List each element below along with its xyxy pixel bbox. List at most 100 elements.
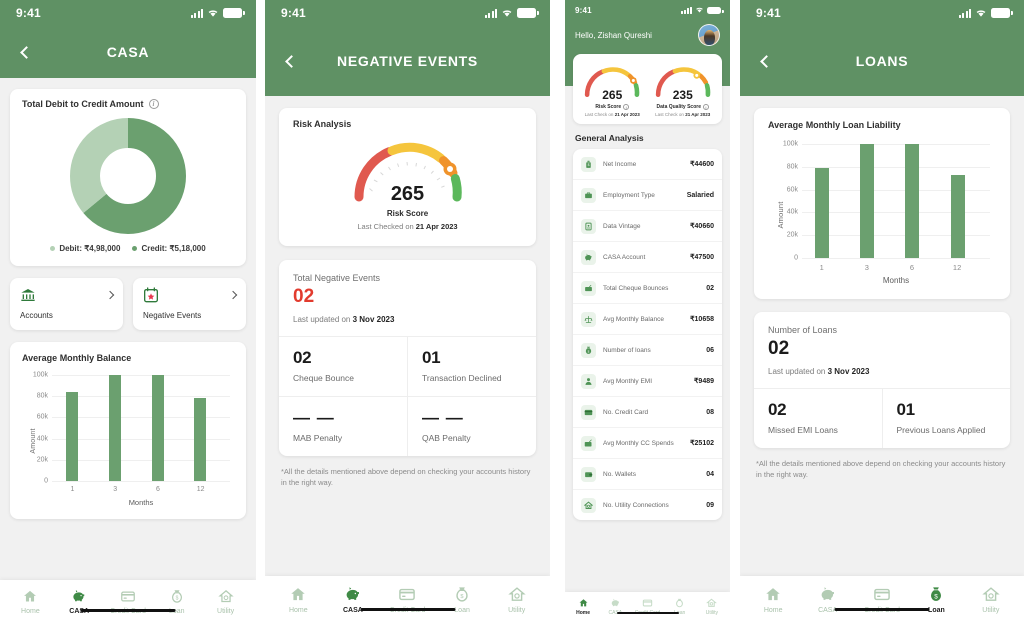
updated-prefix: Last updated on (293, 315, 353, 324)
debit-credit-title-row: Total Debit to Credit Amount i (22, 99, 234, 109)
tab-label: Utility (705, 610, 719, 616)
list-item[interactable]: $ Net Income ₹44600 (573, 149, 722, 180)
info-icon[interactable]: i (702, 104, 709, 110)
y-tick: 20k (786, 231, 798, 239)
tab-utility[interactable]: Utility (964, 586, 1018, 614)
list-item[interactable]: Avg Monthly EMI ₹9489 (573, 366, 722, 397)
tab-home[interactable]: Home (6, 589, 55, 615)
item-name: Number of loans (603, 346, 651, 354)
chevron-right-icon (228, 290, 238, 300)
x-tick: 3 (113, 486, 118, 493)
list-item[interactable]: CASA Account ₹47500 (573, 242, 722, 273)
list-item[interactable]: $ Number of loans 06 (573, 335, 722, 366)
item-value: ₹40660 (690, 223, 714, 230)
negative-header-area: 9:41 NEGATIVE EVENTS (265, 0, 550, 96)
signal-bars-icon (681, 6, 692, 14)
quick-link-accounts[interactable]: Accounts (10, 278, 123, 330)
cell-value: 02 (768, 400, 787, 419)
loan-liability-chart: Amount 100k 80k 60k 40k 20k 0 1 3 6 12 M… (768, 141, 996, 285)
back-button[interactable] (756, 51, 776, 71)
chevron-right-icon (105, 290, 115, 300)
item-value: ₹25102 (690, 440, 714, 447)
y-tick: 80k (36, 392, 48, 400)
emi-person-icon (581, 373, 596, 389)
tab-utility[interactable]: Utility (696, 598, 728, 616)
signal-bars-icon (958, 8, 971, 18)
gauge-label-row: Data Quality Score i (657, 104, 709, 110)
cell-value: — — (422, 408, 464, 427)
risk-score-value: 265 (390, 183, 425, 205)
battery-icon (707, 6, 724, 14)
negative-content: Risk Analysis 265 Risk Score Last Checke… (265, 96, 550, 489)
bar-1 (66, 392, 79, 481)
battery-icon (223, 8, 245, 18)
piggy-bank-icon (73, 590, 85, 602)
item-value: 08 (706, 408, 714, 416)
gauge-label: Risk Score (595, 104, 622, 110)
chevron-left-icon (759, 54, 773, 68)
item-name: Avg Monthly Balance (603, 315, 664, 323)
utility-house-icon (217, 590, 234, 603)
y-tick: 80k (786, 163, 798, 171)
list-item[interactable]: No. Utility Connections 09 (573, 490, 722, 520)
svg-text:$: $ (935, 593, 939, 600)
wifi-icon (696, 8, 703, 13)
tab-utility[interactable]: Utility (489, 586, 544, 614)
money-bag-icon: $ (581, 342, 596, 358)
list-item[interactable]: Employment Type Salaried (573, 180, 722, 211)
tab-home[interactable]: Home (271, 586, 326, 614)
cell-value: 02 (293, 348, 312, 367)
list-item[interactable]: No. Wallets 04 (573, 459, 722, 490)
back-button[interactable] (16, 42, 36, 62)
casa-header-area: 9:41 CASA (0, 0, 256, 78)
legend-dot-debit (50, 246, 56, 251)
list-item[interactable]: Avg Monthly Balance ₹10658 (573, 304, 722, 335)
list-item[interactable]: No. Credit Card 08 (573, 397, 722, 428)
item-name: Data Vintage (603, 222, 641, 230)
status-time: 9:41 (281, 6, 306, 20)
cheque-bounce-icon (581, 280, 596, 296)
home-indicator (360, 607, 455, 611)
cell-value: 01 (422, 348, 441, 367)
item-value: ₹44600 (690, 161, 714, 168)
info-icon[interactable]: i (623, 104, 630, 110)
loans-updated: Last updated on 3 Nov 2023 (768, 367, 996, 376)
list-item[interactable]: Data Vintage ₹40660 (573, 211, 722, 242)
tab-home[interactable]: Home (746, 586, 800, 614)
bottom-nav: Home CASA Credit Card Loan Utility (565, 592, 730, 619)
legend-item-credit: Credit: ₹5,18,000 (132, 244, 206, 253)
status-bar: 9:41 (565, 0, 730, 20)
gauge-sub: Last Check on 21 Apr 2023 (585, 112, 640, 117)
tab-label: Loan (454, 607, 470, 614)
back-button[interactable] (281, 51, 301, 71)
status-icons (681, 6, 724, 14)
credit-card-icon (121, 591, 135, 602)
cell-label: Previous Loans Applied (896, 425, 986, 435)
status-bar: 9:41 (265, 0, 550, 26)
home-indicator (80, 608, 176, 612)
greeting-text: Hello, Zishan Qureshi (575, 30, 652, 40)
list-item[interactable]: Total Cheque Bounces 02 (573, 273, 722, 304)
updated-date: 3 Nov 2023 (827, 367, 870, 376)
info-icon[interactable]: i (148, 99, 159, 109)
previous-loans-applied-cell: 01 Previous Loans Applied (881, 389, 1011, 448)
item-name: No. Credit Card (603, 408, 649, 416)
briefcase-icon (581, 187, 596, 203)
negative-appbar: NEGATIVE EVENTS (265, 26, 550, 96)
balance-scale-icon (581, 311, 596, 327)
general-analysis-title: General Analysis (575, 133, 644, 143)
user-avatar[interactable] (698, 24, 720, 46)
sub-prefix: Last Check on (655, 112, 686, 117)
tab-utility[interactable]: Utility (201, 589, 250, 615)
credit-card-icon (581, 404, 596, 420)
item-value: ₹47500 (690, 254, 714, 261)
tab-label: Utility (982, 607, 1000, 614)
updated-date: 3 Nov 2023 (352, 315, 395, 324)
page-title: LOANS (855, 53, 909, 69)
gauge-sub: Last Check on 21 Apr 2023 (655, 112, 710, 117)
debit-credit-card: Total Debit to Credit Amount i Debit: ₹4… (10, 89, 246, 266)
list-item[interactable]: Avg Monthly CC Spends ₹25102 (573, 428, 722, 459)
total-events-value: 02 (293, 286, 315, 307)
tab-home[interactable]: Home (567, 598, 599, 616)
quick-link-negative-events[interactable]: Negative Events (133, 278, 246, 330)
